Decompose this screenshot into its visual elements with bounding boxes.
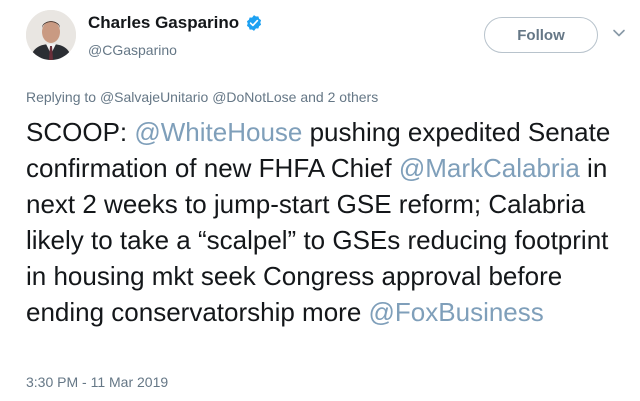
author-name-row: Charles Gasparino bbox=[88, 13, 263, 33]
verified-badge-icon bbox=[247, 15, 262, 31]
chevron-down-icon[interactable] bbox=[612, 26, 626, 40]
avatar-image bbox=[26, 10, 76, 60]
mention-link[interactable]: @FoxBusiness bbox=[369, 297, 544, 327]
author-handle[interactable]: @CGasparino bbox=[88, 42, 177, 58]
tweet-timestamp[interactable]: 3:30 PM - 11 Mar 2019 bbox=[26, 374, 168, 390]
reply-prefix: Replying to bbox=[26, 89, 97, 105]
reply-user-link[interactable]: @DoNotLose bbox=[212, 89, 296, 105]
reply-others-link[interactable]: and 2 others bbox=[300, 89, 378, 105]
author-name[interactable]: Charles Gasparino bbox=[88, 13, 239, 33]
avatar[interactable] bbox=[26, 10, 76, 60]
tweet-text-segment: SCOOP: bbox=[26, 117, 135, 147]
mention-link[interactable]: @MarkCalabria bbox=[399, 153, 580, 183]
mention-link[interactable]: @WhiteHouse bbox=[134, 117, 302, 147]
reply-context: Replying to @SalvajeUnitario @DoNotLose … bbox=[26, 89, 378, 105]
reply-user-link[interactable]: @SalvajeUnitario bbox=[100, 89, 208, 105]
follow-button[interactable]: Follow bbox=[484, 17, 598, 53]
tweet-text: SCOOP: @WhiteHouse pushing expedited Sen… bbox=[26, 114, 626, 330]
